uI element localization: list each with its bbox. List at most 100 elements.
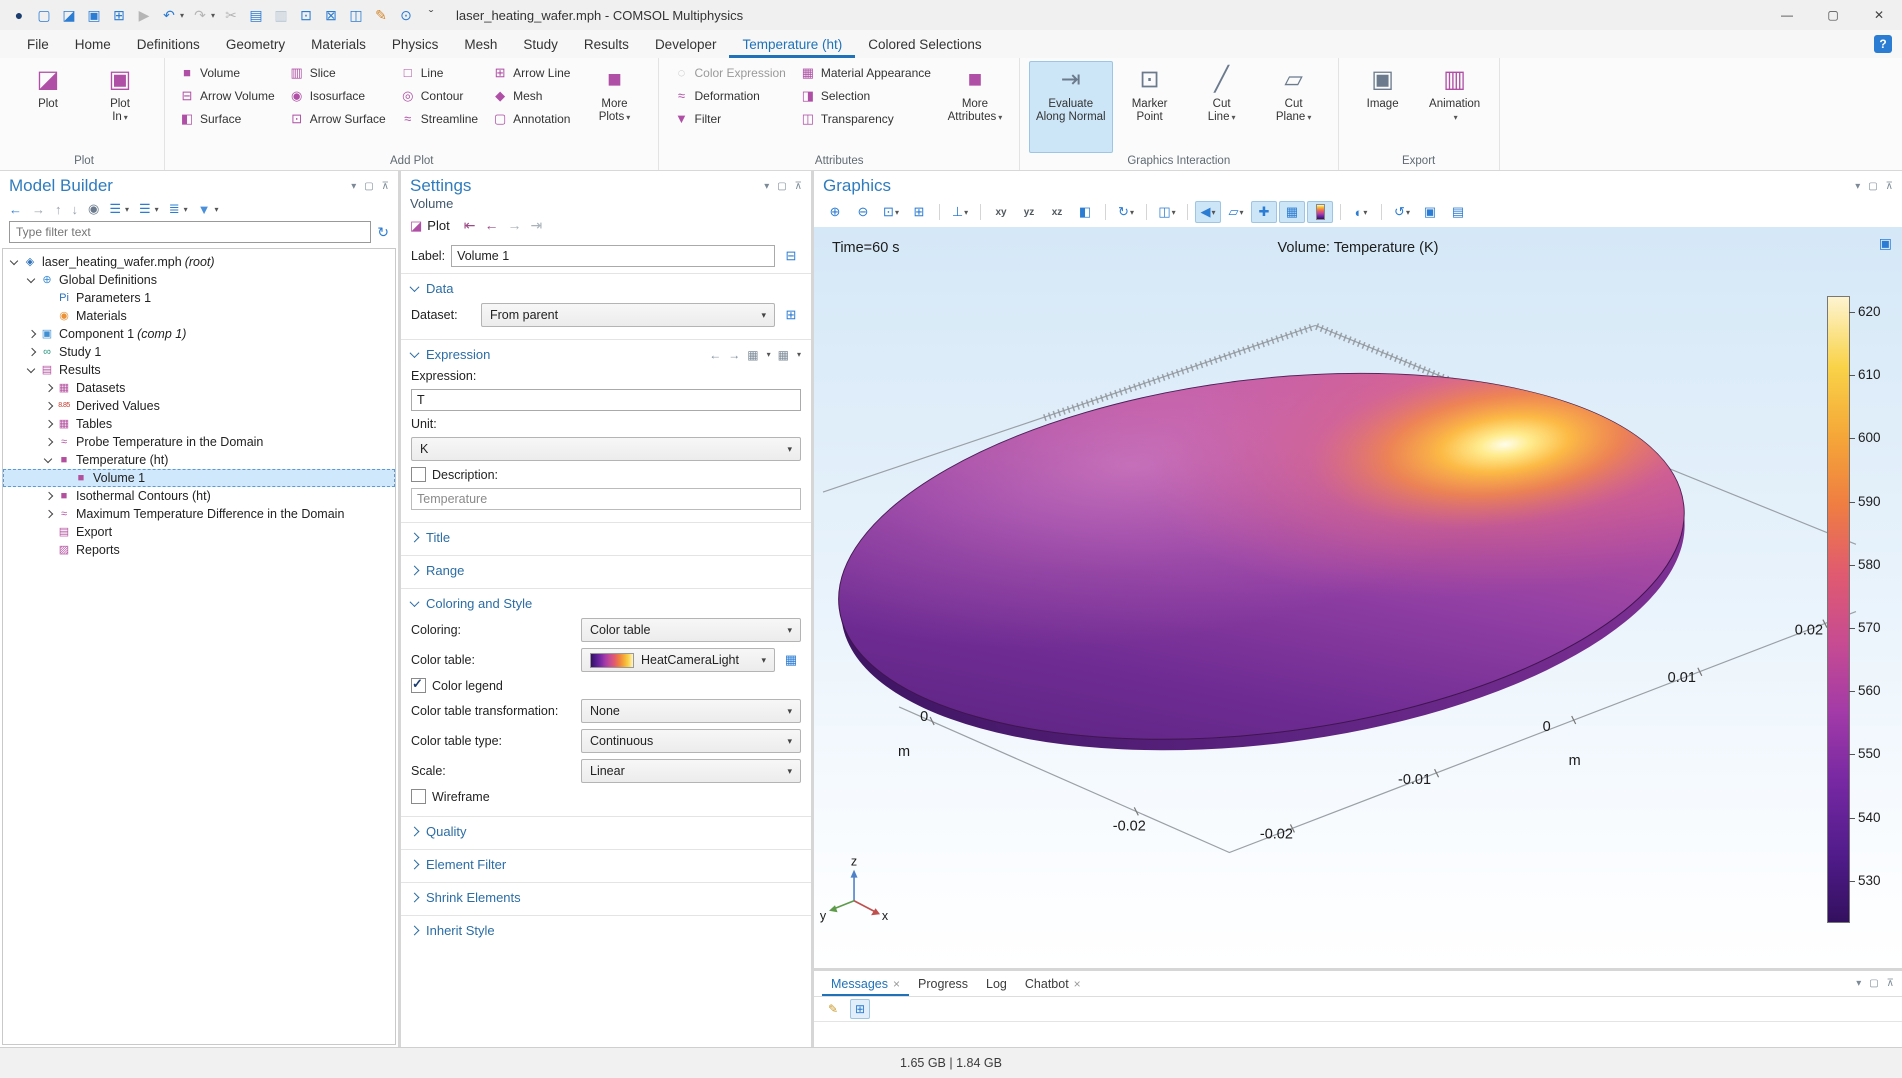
tree-item-reports[interactable]: ▨Reports bbox=[3, 541, 395, 559]
ribbon-tab-materials[interactable]: Materials bbox=[298, 32, 379, 58]
delete-icon[interactable]: ⊠ bbox=[322, 6, 340, 24]
element-filter-header[interactable]: Element Filter bbox=[401, 853, 811, 876]
ribbon-tab-temperature-ht[interactable]: Temperature (ht) bbox=[729, 32, 855, 58]
comsol-logo-icon[interactable]: ● bbox=[10, 6, 28, 24]
tree-item-isothermal-contours-ht[interactable]: ■Isothermal Contours (ht) bbox=[3, 487, 395, 505]
tree-item-derived-values[interactable]: 8.85Derived Values bbox=[3, 397, 395, 415]
move-down-icon[interactable]: ↓ bbox=[72, 202, 79, 217]
expander-icon[interactable] bbox=[43, 433, 56, 451]
tree-item-study-1[interactable]: ∞Study 1 bbox=[3, 343, 395, 361]
go-forward-icon[interactable]: → bbox=[32, 202, 45, 217]
color-table-settings-icon[interactable]: ▦ bbox=[781, 650, 801, 670]
open-file-icon[interactable]: ◪ bbox=[60, 6, 78, 24]
ribbon-button-surface[interactable]: ◧Surface bbox=[173, 107, 281, 130]
expander-icon[interactable] bbox=[26, 325, 39, 343]
tab-progress[interactable]: Progress bbox=[909, 971, 977, 996]
panel-float-icon[interactable]: ▢ bbox=[1869, 978, 1878, 989]
next-expression-icon[interactable]: → bbox=[728, 348, 740, 362]
copy-icon[interactable]: ▤ bbox=[247, 6, 265, 24]
view-xz-icon[interactable]: xz bbox=[1044, 201, 1070, 223]
tree-item-laser-heating-wafer-mph[interactable]: ◈laser_heating_wafer.mph(root) bbox=[3, 253, 395, 271]
expander-icon[interactable] bbox=[26, 271, 39, 289]
run-icon[interactable]: ▶ bbox=[135, 6, 153, 24]
ribbon-tab-study[interactable]: Study bbox=[510, 32, 571, 58]
plot-properties-icon[interactable]: ▣ bbox=[1879, 235, 1892, 252]
ribbon-button-cut-plane[interactable]: ▱CutPlane▾ bbox=[1259, 61, 1329, 153]
expander-icon[interactable] bbox=[43, 379, 56, 397]
ribbon-button-evaluate-along-normal[interactable]: ⇥EvaluateAlong Normal bbox=[1029, 61, 1113, 153]
panel-menu-icon[interactable]: ▾ bbox=[764, 181, 769, 192]
panel-menu-icon[interactable]: ▾ bbox=[1855, 181, 1860, 192]
go-to-default-view-icon[interactable]: ⊥▾ bbox=[947, 201, 973, 223]
expander-icon[interactable] bbox=[43, 505, 56, 523]
rotate-view-icon[interactable]: ↻▾ bbox=[1113, 201, 1139, 223]
coloring-style-header[interactable]: Coloring and Style bbox=[401, 592, 811, 615]
ribbon-button-animation[interactable]: ▥Animation▾ bbox=[1420, 61, 1490, 153]
tab-messages[interactable]: Messages× bbox=[822, 971, 909, 996]
expander-icon[interactable] bbox=[26, 361, 39, 379]
tree-item-global-definitions[interactable]: ⊕Global Definitions bbox=[3, 271, 395, 289]
color-brush-icon[interactable]: ✎ bbox=[372, 6, 390, 24]
undo-caret-icon[interactable]: ▾ bbox=[180, 11, 184, 20]
panel-pin-icon[interactable]: ⊼ bbox=[1886, 181, 1893, 192]
tree-item-results[interactable]: ▤Results bbox=[3, 361, 395, 379]
collapse-tree-caret-icon[interactable]: ▾ bbox=[155, 205, 159, 214]
unit-select[interactable]: K bbox=[411, 437, 801, 461]
range-section-header[interactable]: Range bbox=[401, 559, 811, 582]
ribbon-button-filter[interactable]: ▼Filter bbox=[667, 107, 791, 130]
ribbon-tab-definitions[interactable]: Definitions bbox=[124, 32, 213, 58]
zoom-in-icon[interactable]: ⊕ bbox=[822, 201, 848, 223]
transformation-select[interactable]: None bbox=[581, 699, 801, 723]
tree-item-datasets[interactable]: ▦Datasets bbox=[3, 379, 395, 397]
redo-caret-icon[interactable]: ▾ bbox=[211, 11, 215, 20]
expander-icon[interactable] bbox=[43, 415, 56, 433]
tab-log[interactable]: Log bbox=[977, 971, 1016, 996]
ribbon-button-marker-point[interactable]: ⊡MarkerPoint bbox=[1115, 61, 1185, 153]
ribbon-button-more-attributes[interactable]: ■MoreAttributes▾ bbox=[940, 61, 1010, 153]
scene-configuration-icon[interactable]: ◫▾ bbox=[1154, 201, 1180, 223]
ribbon-button-transparency[interactable]: ◫Transparency bbox=[794, 107, 937, 130]
ribbon-button-streamline[interactable]: ≈Streamline bbox=[394, 107, 484, 130]
ribbon-tab-results[interactable]: Results bbox=[571, 32, 642, 58]
wireframe-checkbox[interactable] bbox=[411, 789, 426, 804]
expander-icon[interactable] bbox=[26, 343, 39, 361]
move-up-icon[interactable]: ↑ bbox=[55, 202, 62, 217]
ribbon-button-plot-in[interactable]: ▣PlotIn▾ bbox=[85, 61, 155, 153]
filter-tree-caret-icon[interactable]: ▾ bbox=[214, 205, 218, 214]
tree-item-temperature-ht[interactable]: ■Temperature (ht) bbox=[3, 451, 395, 469]
data-section-header[interactable]: Data bbox=[401, 277, 811, 300]
ribbon-tab-physics[interactable]: Physics bbox=[379, 32, 452, 58]
save-icon[interactable]: ▣ bbox=[85, 6, 103, 24]
expander-icon[interactable] bbox=[43, 451, 56, 469]
dataset-select[interactable]: From parent bbox=[481, 303, 775, 327]
graphics-plot-area[interactable]: 0m-0.02-0.02-0.010m0.010.02 z x y bbox=[814, 227, 1902, 968]
expression-section-header[interactable]: Expression ←→▦▾▦▾ bbox=[401, 343, 811, 366]
ribbon-button-volume[interactable]: ■Volume bbox=[173, 61, 281, 84]
minimize-button[interactable]: — bbox=[1764, 0, 1810, 30]
zoom-box-icon[interactable]: ⊡▾ bbox=[878, 201, 904, 223]
ribbon-button-cut-line[interactable]: ╱CutLine▾ bbox=[1187, 61, 1257, 153]
expander-icon[interactable] bbox=[9, 253, 22, 271]
panel-float-icon[interactable]: ▢ bbox=[1868, 181, 1877, 192]
coloring-select[interactable]: Color table bbox=[581, 618, 801, 642]
maximize-button[interactable]: ▢ bbox=[1810, 0, 1856, 30]
close-icon[interactable]: × bbox=[1074, 972, 1081, 996]
panel-pin-icon[interactable]: ⊼ bbox=[795, 181, 802, 192]
panel-float-icon[interactable]: ▢ bbox=[777, 181, 786, 192]
find-icon[interactable]: ⊙ bbox=[397, 6, 415, 24]
zoom-extents-icon[interactable]: ⊞ bbox=[906, 201, 932, 223]
save-as-icon[interactable]: ⊞ bbox=[110, 6, 128, 24]
undo-icon[interactable]: ↶ bbox=[160, 6, 178, 24]
filter-tree-icon[interactable]: ▼ bbox=[198, 202, 211, 217]
camera-view-icon[interactable]: ◧ bbox=[1072, 201, 1098, 223]
panel-pin-icon[interactable]: ⊼ bbox=[382, 181, 389, 192]
previous-expression-icon[interactable]: ← bbox=[709, 348, 721, 362]
ribbon-button-annotation[interactable]: ▢Annotation bbox=[486, 107, 576, 130]
description-input[interactable] bbox=[411, 488, 801, 510]
refresh-icon[interactable]: ↻ bbox=[377, 224, 389, 241]
ribbon-tab-file[interactable]: File bbox=[14, 32, 62, 58]
expander-icon[interactable] bbox=[43, 397, 56, 415]
view-yz-icon[interactable]: yz bbox=[1016, 201, 1042, 223]
tree-item-parameters-1[interactable]: PiParameters 1 bbox=[3, 289, 395, 307]
ribbon-button-arrow-volume[interactable]: ⊟Arrow Volume bbox=[173, 84, 281, 107]
